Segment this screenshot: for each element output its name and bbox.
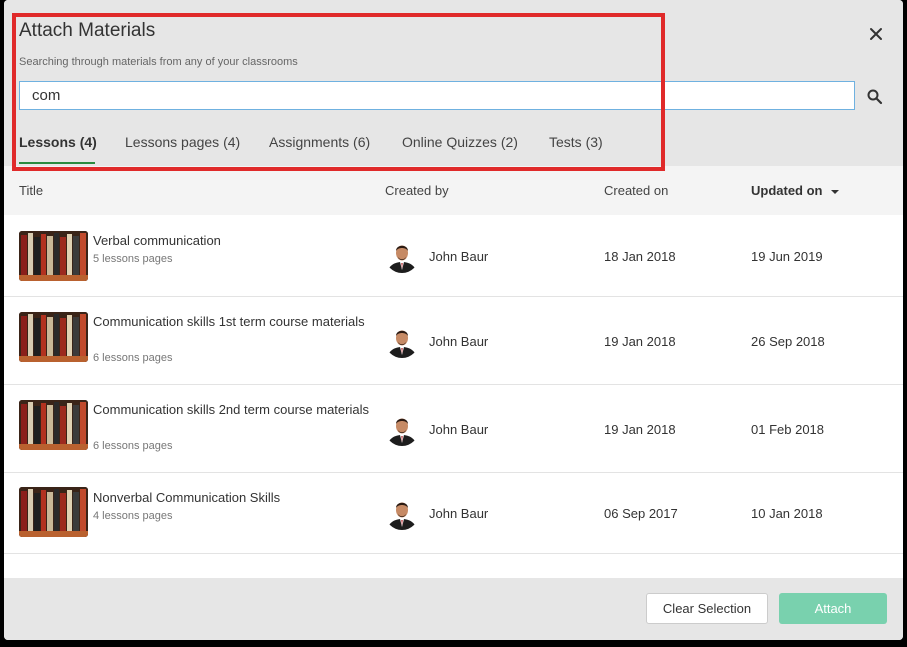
column-created-by[interactable]: Created by — [385, 183, 449, 198]
created-on: 19 Jan 2018 — [604, 334, 676, 349]
lesson-pages-count: 6 lessons pages — [93, 440, 173, 452]
column-updated-on-label: Updated on — [751, 183, 823, 198]
lesson-pages-count: 4 lessons pages — [93, 510, 173, 522]
caret-down-icon — [831, 189, 840, 194]
lesson-thumbnail — [19, 231, 88, 281]
created-on: 06 Sep 2017 — [604, 506, 678, 521]
column-updated-on[interactable]: Updated on — [751, 183, 840, 198]
lesson-thumbnail — [19, 312, 88, 362]
modal-title: Attach Materials — [19, 20, 156, 41]
lesson-thumbnail — [19, 487, 88, 537]
avatar — [385, 239, 419, 273]
column-created-on[interactable]: Created on — [604, 183, 668, 198]
updated-on: 10 Jan 2018 — [751, 506, 823, 521]
avatar — [385, 496, 419, 530]
table-row[interactable]: Verbal communication 5 lessons pages Joh… — [4, 215, 903, 297]
search-icon[interactable] — [866, 88, 884, 106]
author-name: John Baur — [429, 334, 489, 349]
lesson-pages-count: 5 lessons pages — [93, 253, 173, 265]
tab-lessons[interactable]: Lessons (4) — [19, 134, 97, 150]
attach-button[interactable]: Attach — [779, 593, 887, 624]
table-row[interactable]: Communication skills 2nd term course mat… — [4, 385, 903, 473]
lesson-title: Communication skills 2nd term course mat… — [93, 402, 369, 417]
lesson-title: Communication skills 1st term course mat… — [93, 314, 365, 329]
table-row[interactable]: Communication skills 1st term course mat… — [4, 297, 903, 385]
modal-footer: Clear Selection Attach — [4, 578, 903, 640]
search-input[interactable] — [19, 81, 855, 110]
table-header: Title Created by Created on Updated on — [4, 166, 903, 215]
created-on: 19 Jan 2018 — [604, 422, 676, 437]
modal-subtitle: Searching through materials from any of … — [19, 56, 298, 68]
author-name: John Baur — [429, 422, 489, 437]
tab-online-quizzes[interactable]: Online Quizzes (2) — [402, 134, 518, 150]
table-row[interactable]: Nonverbal Communication Skills 4 lessons… — [4, 473, 903, 554]
updated-on: 01 Feb 2018 — [751, 422, 825, 437]
lesson-pages-count: 6 lessons pages — [93, 352, 173, 364]
updated-on: 26 Sep 2018 — [751, 334, 825, 349]
avatar — [385, 324, 419, 358]
modal-header: Attach Materials Searching through mater… — [4, 0, 903, 166]
close-icon[interactable] — [864, 22, 888, 46]
clear-selection-button[interactable]: Clear Selection — [646, 593, 768, 624]
tab-lessons-pages[interactable]: Lessons pages (4) — [125, 134, 240, 150]
active-tab-underline — [19, 162, 95, 164]
lesson-thumbnail — [19, 400, 88, 450]
column-title[interactable]: Title — [19, 183, 43, 198]
attach-materials-modal: Attach Materials Searching through mater… — [4, 0, 903, 640]
tab-assignments[interactable]: Assignments (6) — [269, 134, 370, 150]
author-name: John Baur — [429, 249, 489, 264]
updated-on: 19 Jun 2019 — [751, 249, 823, 264]
created-on: 18 Jan 2018 — [604, 249, 676, 264]
tab-tests[interactable]: Tests (3) — [549, 134, 603, 150]
lesson-title: Nonverbal Communication Skills — [93, 490, 281, 505]
lesson-title: Verbal communication — [93, 233, 221, 248]
author-name: John Baur — [429, 506, 489, 521]
avatar — [385, 412, 419, 446]
